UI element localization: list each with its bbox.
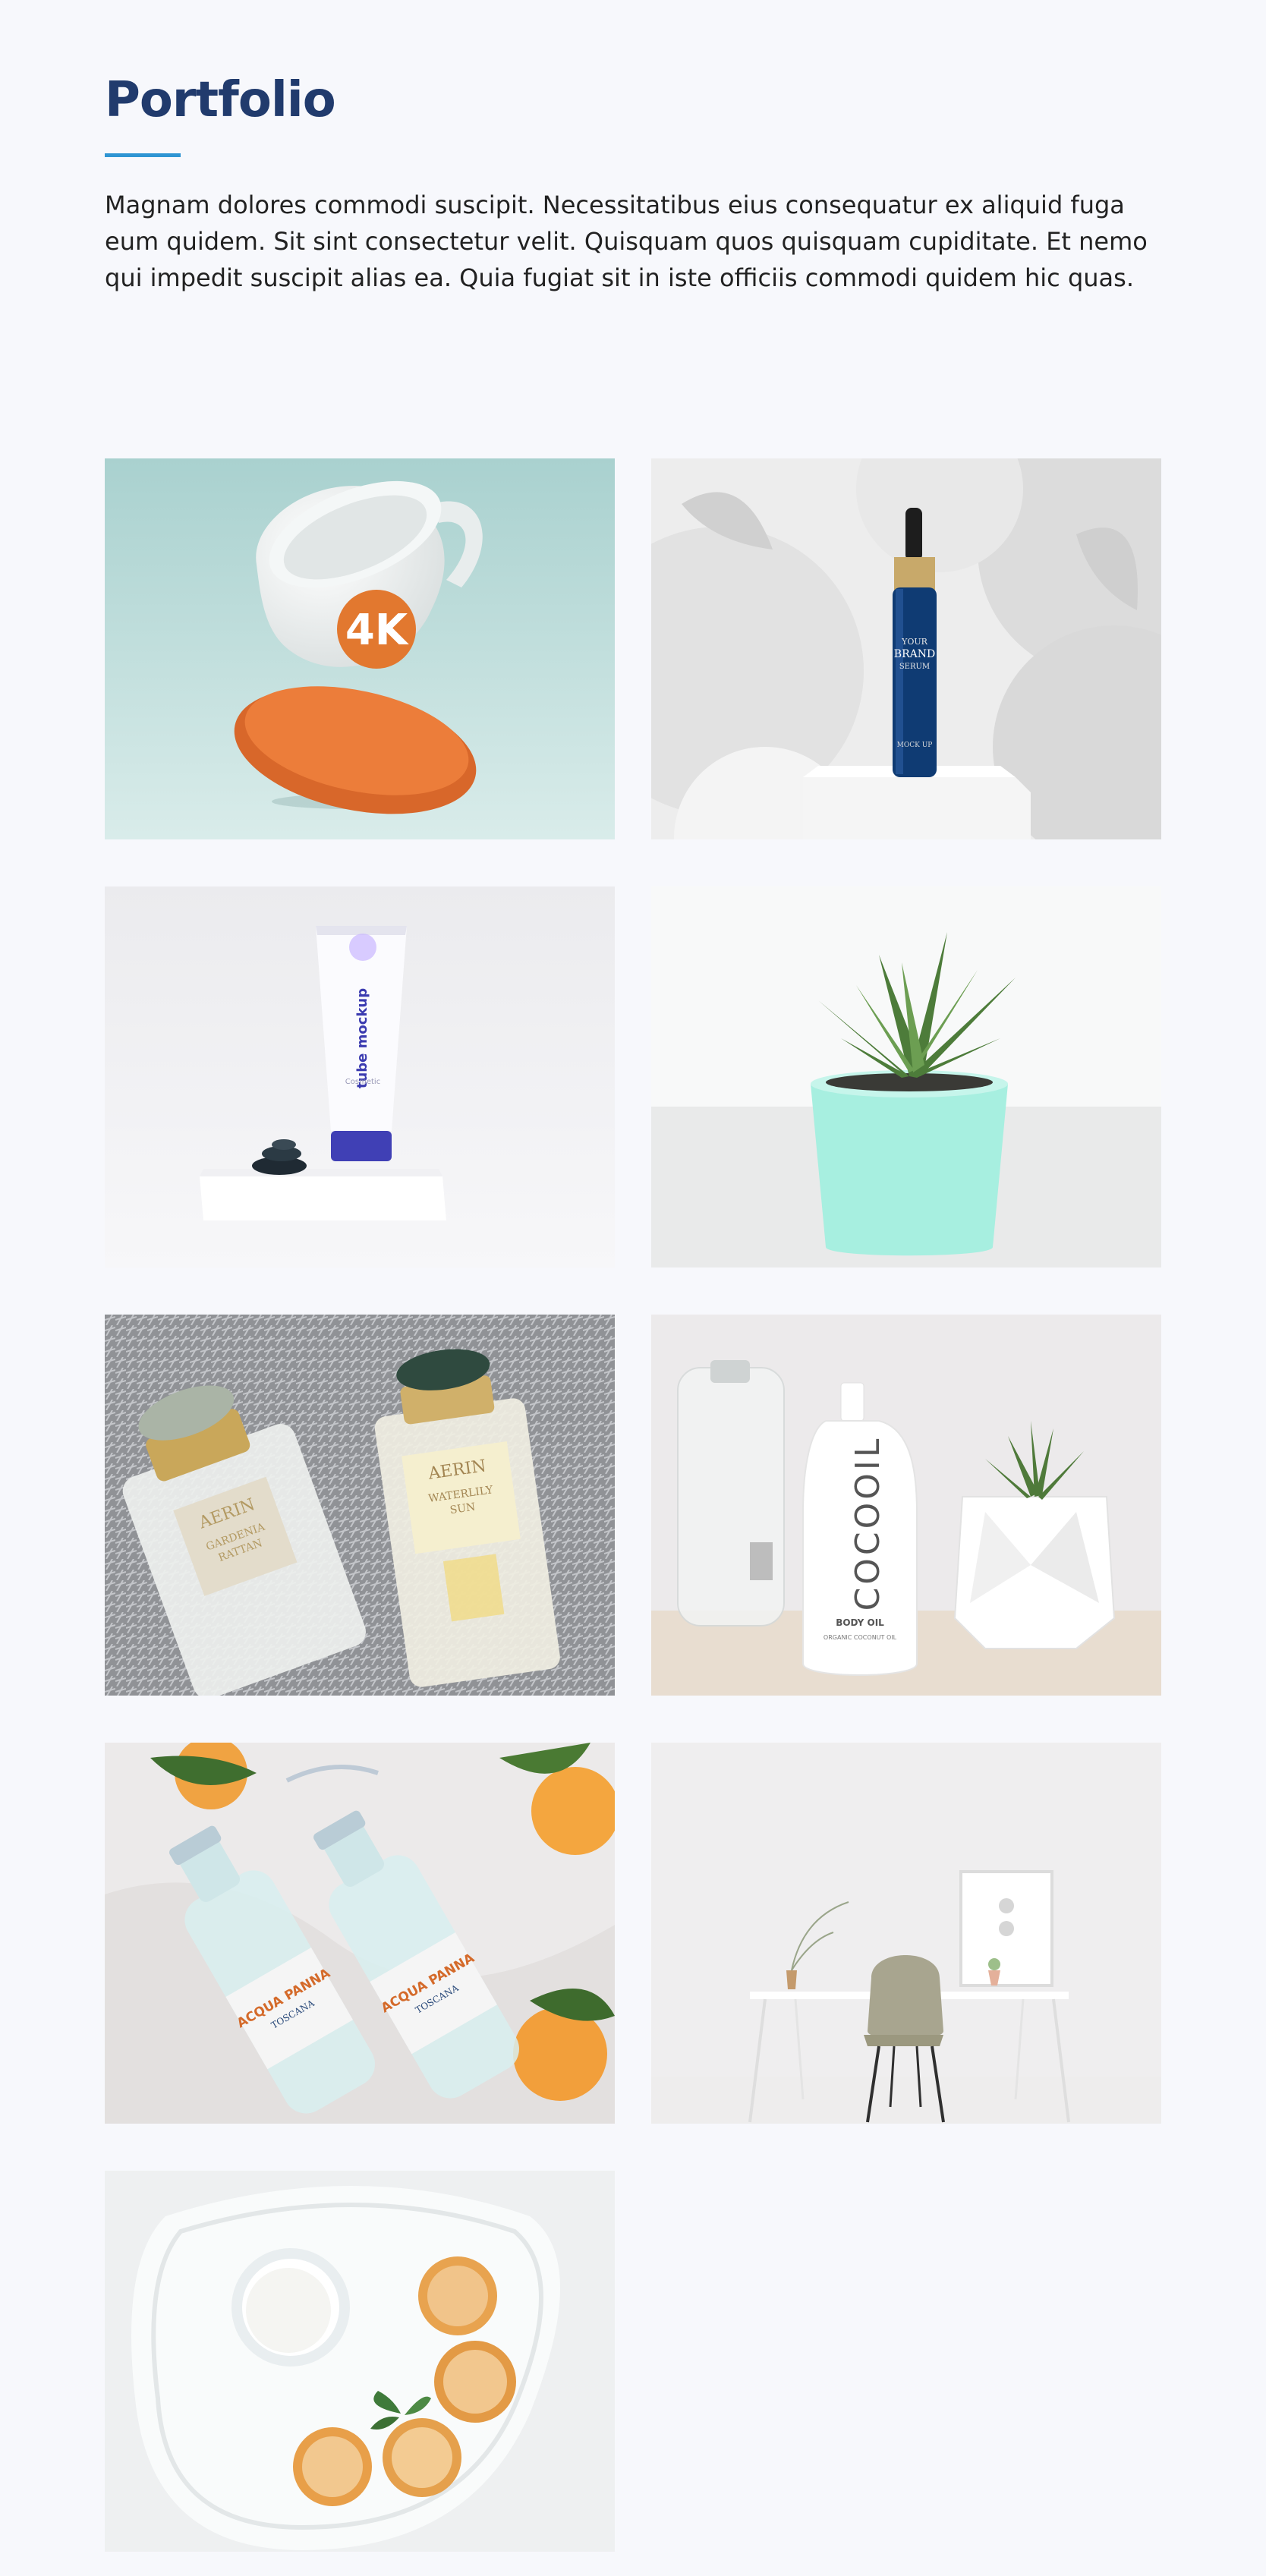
page-title: Portfolio (105, 72, 336, 128)
body-oil-desc: ORGANIC COCONUT OIL (824, 1634, 897, 1641)
portfolio-item-tube-mockup[interactable]: tube mockup Cosmetic (105, 886, 615, 1268)
cookies-plate-image (105, 2171, 615, 2552)
cup-logo-text: 4K (345, 606, 410, 655)
portfolio-item-succulent[interactable] (651, 886, 1161, 1268)
portfolio-item-body-oil[interactable]: COCOOIL BODY OIL ORGANIC COCONUT OIL (651, 1315, 1161, 1696)
serum-label-line3: SERUM (899, 663, 930, 671)
portfolio-item-perfume-bottles[interactable]: AERIN GARDENIA RATTAN AERIN WATERLILY SU… (105, 1315, 615, 1696)
portfolio-item-cup-mockup[interactable]: 4K (105, 458, 615, 839)
perfume-bottles-image: AERIN GARDENIA RATTAN AERIN WATERLILY SU… (105, 1315, 615, 1696)
portfolio-item-water-bottles[interactable]: ACQUA PANNA TOSCANA ACQUA PANNA TOSCANA (105, 1743, 615, 2124)
serum-bottle-image: YOUR BRAND SERUM MOCK UP (651, 458, 1161, 839)
section-description: Magnam dolores commodi suscipit. Necessi… (105, 191, 1148, 292)
desk-chair-image (651, 1743, 1161, 2124)
serum-label-line4: MOCK UP (897, 742, 933, 749)
tube-label-sub: Cosmetic (345, 1078, 380, 1086)
title-underline (105, 153, 181, 157)
tube-label-main: tube mockup (354, 988, 370, 1088)
serum-label-line2: BRAND (894, 648, 935, 660)
body-oil-product: BODY OIL (836, 1617, 884, 1628)
body-oil-brand: COCOOIL (849, 1436, 887, 1611)
portfolio-item-serum-bottle[interactable]: YOUR BRAND SERUM MOCK UP (651, 458, 1161, 839)
serum-label-line1: YOUR (901, 637, 928, 647)
portfolio-item-desk-chair[interactable] (651, 1743, 1161, 2124)
portfolio-item-cookies-plate[interactable] (105, 2171, 615, 2552)
body-oil-image: COCOOIL BODY OIL ORGANIC COCONUT OIL (651, 1315, 1161, 1696)
water-bottles-image: ACQUA PANNA TOSCANA ACQUA PANNA TOSCANA (105, 1743, 615, 2124)
cup-mockup-image: 4K (105, 458, 615, 839)
succulent-image (651, 886, 1161, 1268)
tube-mockup-image: tube mockup Cosmetic (105, 886, 615, 1268)
